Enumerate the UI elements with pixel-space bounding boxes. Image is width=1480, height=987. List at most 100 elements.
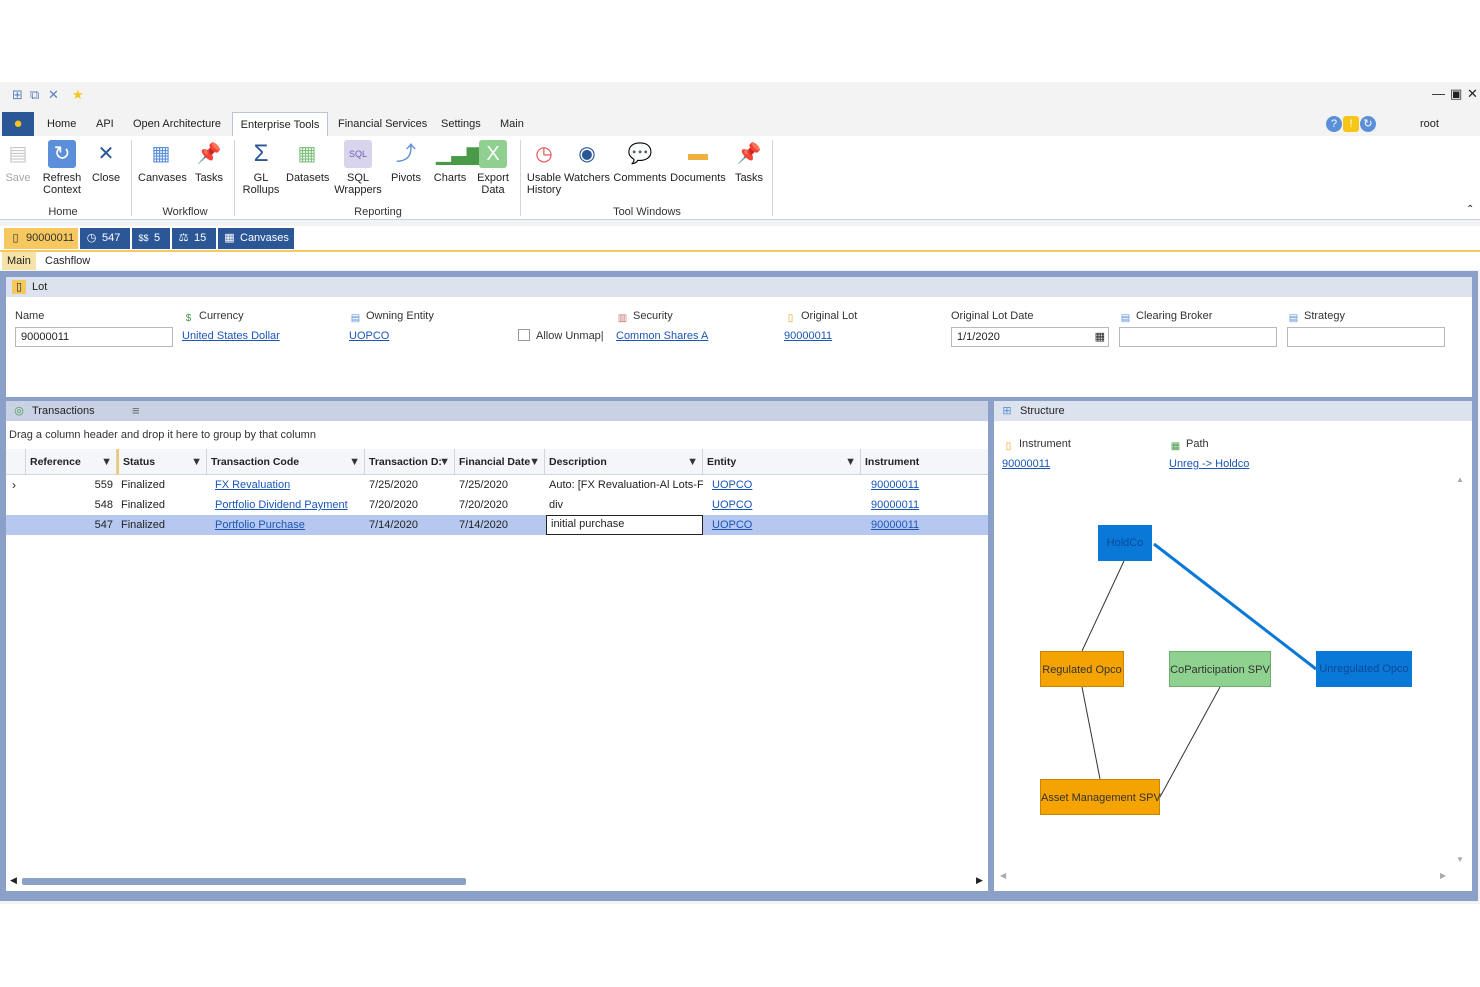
- tool-tasks-button[interactable]: 📌 Tasks: [732, 140, 766, 184]
- quick-access-toolbar-icon[interactable]: ⊞: [12, 87, 23, 103]
- menu-icon[interactable]: ≡: [132, 401, 140, 421]
- canvases-context-chip[interactable]: ▦ Canvases: [218, 228, 294, 249]
- layout-icon[interactable]: ⧉: [30, 87, 39, 103]
- column-header-entity[interactable]: Entity ▼: [703, 449, 861, 475]
- scroll-up-icon[interactable]: ▲: [1456, 475, 1464, 484]
- column-header-description[interactable]: Description ▼: [545, 449, 703, 475]
- pivots-button[interactable]: ⤴ Pivots: [388, 140, 424, 184]
- table-row[interactable]: › 559 Finalized FX Revaluation 7/25/2020…: [6, 475, 988, 495]
- notifications-icon[interactable]: !: [1343, 116, 1359, 132]
- original-lot-date-field[interactable]: 1/1/2020 ▦: [951, 327, 1109, 347]
- pin-icon: 📌: [736, 143, 762, 165]
- calendar-icon[interactable]: ▦: [1095, 328, 1105, 346]
- tab-main-document[interactable]: Main: [2, 252, 36, 270]
- documents-button[interactable]: ▬ Documents: [670, 140, 726, 184]
- cell-entity-link[interactable]: UOPCO: [708, 475, 858, 495]
- name-label: Name: [15, 310, 45, 322]
- main-frame: ▯ Lot Name 90000011 $ Currency United Sta…: [0, 271, 1478, 901]
- help-icon[interactable]: ?: [1326, 116, 1342, 132]
- cell-entity-link[interactable]: UOPCO: [708, 515, 858, 535]
- scale-context-chip[interactable]: ⚖ 15: [172, 228, 216, 249]
- tab-settings[interactable]: Settings: [435, 112, 487, 136]
- scroll-left-icon[interactable]: ◀: [10, 875, 17, 886]
- lot-panel: ▯ Lot Name 90000011 $ Currency United Sta…: [6, 277, 1472, 397]
- tab-home[interactable]: Home: [41, 112, 82, 136]
- refresh-context-button[interactable]: ↻ Refresh Context: [40, 140, 84, 196]
- usable-history-button[interactable]: ◷ Usable History: [524, 140, 564, 196]
- workflow-tasks-button[interactable]: 📌 Tasks: [192, 140, 226, 184]
- currency-link[interactable]: United States Dollar: [182, 329, 280, 343]
- minimize-icon[interactable]: —: [1432, 86, 1445, 102]
- tab-enterprise-tools[interactable]: Enterprise Tools: [232, 112, 328, 137]
- node-regulated-opco[interactable]: Regulated Opco: [1040, 651, 1124, 687]
- column-header-financial-date[interactable]: Financial Date ▼: [455, 449, 545, 475]
- close-tab-icon[interactable]: ✕: [48, 87, 59, 103]
- app-menu-icon[interactable]: ●: [2, 112, 34, 136]
- column-header-instrument[interactable]: Instrument: [861, 449, 988, 475]
- column-header-status[interactable]: Status ▼: [117, 449, 207, 475]
- owning-entity-link[interactable]: UOPCO: [349, 329, 389, 343]
- cell-instrument-link[interactable]: 90000011: [867, 495, 988, 515]
- export-data-button[interactable]: X Export Data: [474, 140, 512, 196]
- charts-button[interactable]: ▁▃▆ Charts: [432, 140, 482, 184]
- tab-main[interactable]: Main: [494, 112, 530, 136]
- scale-icon: ⚖: [178, 232, 189, 244]
- scroll-left-icon[interactable]: ◀: [1000, 871, 1006, 880]
- sql-icon: SQL: [344, 140, 372, 168]
- column-header-reference[interactable]: Reference ▼: [26, 449, 117, 475]
- table-row-selected[interactable]: 547 Finalized Portfolio Purchase 7/14/20…: [6, 515, 988, 535]
- window-close-icon[interactable]: ✕: [1467, 86, 1478, 102]
- expand-row-icon[interactable]: ›: [8, 475, 26, 495]
- save-button[interactable]: ▤ Save: [4, 140, 32, 184]
- tab-api[interactable]: API: [90, 112, 120, 136]
- datasets-button[interactable]: ▦ Datasets: [286, 140, 329, 184]
- scroll-right-icon[interactable]: ▶: [976, 875, 983, 886]
- cell-entity-link[interactable]: UOPCO: [708, 495, 858, 515]
- tab-financial-services[interactable]: Financial Services: [332, 112, 433, 136]
- cell-instrument-link[interactable]: 90000011: [867, 515, 988, 535]
- table-row[interactable]: 548 Finalized Portfolio Dividend Payment…: [6, 495, 988, 515]
- node-coparticipation-spv[interactable]: CoParticipation SPV: [1169, 651, 1271, 687]
- column-header-transaction-code[interactable]: Transaction Code ▼: [207, 449, 365, 475]
- tab-cashflow[interactable]: Cashflow: [40, 252, 95, 270]
- cell-transaction-code-link[interactable]: Portfolio Purchase: [211, 515, 365, 535]
- cell-transaction-code-link[interactable]: Portfolio Dividend Payment: [211, 495, 365, 515]
- filter-icon: ▼: [529, 456, 540, 468]
- maximize-icon[interactable]: ▣: [1450, 86, 1462, 102]
- favorites-star-icon[interactable]: ★: [72, 87, 84, 103]
- node-holdco[interactable]: HoldCo: [1098, 525, 1152, 561]
- original-lot-link[interactable]: 90000011: [784, 329, 832, 343]
- column-header-transaction-date[interactable]: Transaction D: ▼: [365, 449, 455, 475]
- sql-wrappers-button[interactable]: SQL SQL Wrappers: [334, 140, 382, 196]
- close-button[interactable]: ✕ Close: [90, 140, 122, 184]
- canvases-button[interactable]: ▦ Canvases: [138, 140, 187, 184]
- comments-button[interactable]: 💬 Comments: [612, 140, 668, 184]
- horizontal-scrollbar-thumb[interactable]: [22, 878, 466, 885]
- scroll-right-icon[interactable]: ▶: [1440, 871, 1446, 880]
- gl-rollups-button[interactable]: Σ GL Rollups: [242, 140, 280, 196]
- tab-open-architecture[interactable]: Open Architecture: [127, 112, 227, 136]
- refresh-icon[interactable]: ↻: [1360, 116, 1376, 132]
- history-icon: ◷: [535, 143, 553, 165]
- history-context-chip[interactable]: ◷ 547: [80, 228, 130, 249]
- name-field[interactable]: 90000011: [15, 327, 173, 347]
- strategy-field[interactable]: [1287, 327, 1445, 347]
- security-link[interactable]: Common Shares A: [616, 329, 708, 343]
- filter-icon: ▼: [439, 456, 450, 468]
- node-asset-management-spv[interactable]: Asset Management SPV: [1040, 779, 1161, 815]
- user-name[interactable]: root: [1420, 112, 1439, 136]
- cell-reference: 559: [94, 479, 113, 491]
- lot-context-chip[interactable]: ▯ 90000011: [4, 228, 78, 249]
- watchers-button[interactable]: ◉ Watchers: [564, 140, 610, 184]
- strategy-label: ▤ Strategy: [1288, 310, 1345, 324]
- node-unregulated-opco[interactable]: Unregulated Opco: [1316, 651, 1412, 687]
- allow-unmap-checkbox[interactable]: [518, 329, 530, 341]
- currency-context-chip[interactable]: $$ 5: [132, 228, 170, 249]
- scroll-down-icon[interactable]: ▼: [1456, 855, 1464, 864]
- description-edit-field[interactable]: initial purchase: [546, 515, 703, 535]
- cell-transaction-code-link[interactable]: FX Revaluation: [211, 475, 365, 495]
- cell-instrument-link[interactable]: 90000011: [867, 475, 988, 495]
- pin-icon: 📌: [196, 143, 222, 165]
- clearing-broker-field[interactable]: [1119, 327, 1277, 347]
- collapse-ribbon-icon[interactable]: ⌃: [1466, 204, 1474, 215]
